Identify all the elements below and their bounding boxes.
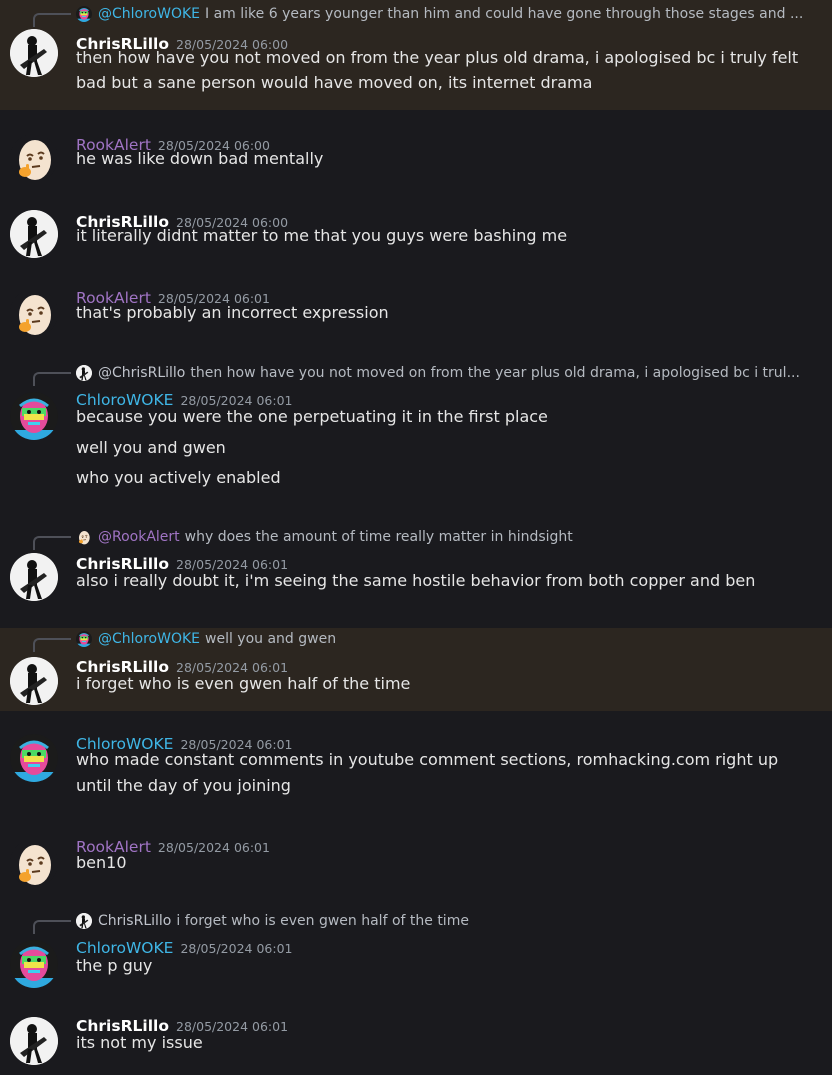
message[interactable]: ChrisRLillo 28/05/2024 06:00 it literally … bbox=[0, 197, 832, 274]
message[interactable]: ChrisRLillo 28/05/2024 06:01 its not my is… bbox=[0, 1009, 832, 1075]
reply-author[interactable]: ChrisRLillo bbox=[98, 913, 171, 929]
avatar[interactable] bbox=[10, 553, 58, 601]
message-text: who made constant comments in youtube co… bbox=[76, 750, 779, 769]
reply-spine bbox=[33, 536, 71, 550]
message[interactable]: ChrisRLillo i forget who is even gwen hal… bbox=[0, 906, 832, 1009]
reply-avatar-icon bbox=[76, 529, 92, 545]
message[interactable]: ChloroWOKE 28/05/2024 06:01 who made const… bbox=[0, 711, 832, 829]
reply-spine bbox=[33, 13, 71, 27]
avatar[interactable] bbox=[10, 392, 58, 440]
avatar[interactable] bbox=[10, 734, 58, 782]
timestamp[interactable]: 28/05/2024 06:01 bbox=[158, 840, 270, 855]
message[interactable]: @ChrisRLillo then how have you not moved … bbox=[0, 351, 832, 519]
reply-author[interactable]: @ChloroWOKE bbox=[98, 631, 200, 647]
avatar[interactable] bbox=[10, 657, 58, 705]
reply-author[interactable]: @RookAlert bbox=[98, 529, 180, 545]
reply-preview[interactable]: @ChrisRLillo then how have you not moved … bbox=[33, 363, 800, 386]
reply-avatar-icon bbox=[76, 365, 92, 381]
reply-spine bbox=[33, 372, 71, 386]
reply-avatar-icon bbox=[76, 913, 92, 929]
reply-avatar-icon bbox=[76, 6, 92, 22]
message[interactable]: @RookAlert why does the amount of time re… bbox=[0, 519, 832, 629]
message-text: ben10 bbox=[76, 853, 127, 872]
avatar[interactable] bbox=[10, 134, 58, 182]
message-text: its not my issue bbox=[76, 1033, 203, 1052]
message-text: then how have you not moved on from the … bbox=[76, 48, 799, 67]
reply-spine bbox=[33, 638, 71, 652]
message[interactable]: @ChloroWOKE well you and gwen ChrisRLillo 2… bbox=[0, 628, 832, 711]
reply-text: I am like 6 years younger than him and c… bbox=[205, 6, 804, 22]
avatar[interactable] bbox=[10, 29, 58, 77]
avatar[interactable] bbox=[10, 940, 58, 988]
reply-text: i forget who is even gwen half of the ti… bbox=[176, 913, 469, 929]
reply-spine bbox=[33, 920, 71, 934]
message[interactable]: RookAlert 28/05/2024 06:00 he was like dow… bbox=[0, 110, 832, 197]
message-text: i forget who is even gwen half of the ti… bbox=[76, 674, 411, 693]
reply-author[interactable]: @ChrisRLillo bbox=[98, 365, 185, 381]
reply-author[interactable]: @ChloroWOKE bbox=[98, 6, 200, 22]
avatar[interactable] bbox=[10, 1017, 58, 1065]
reply-preview[interactable]: ChrisRLillo i forget who is even gwen hal… bbox=[33, 911, 469, 934]
avatar[interactable] bbox=[10, 839, 58, 887]
avatar[interactable] bbox=[10, 210, 58, 258]
message[interactable]: @ChloroWOKE I am like 6 years younger tha… bbox=[0, 0, 832, 110]
message-text: well you and gwen bbox=[76, 437, 226, 457]
message-text: because you were the one perpetuating it… bbox=[76, 407, 548, 426]
message[interactable]: RookAlert 28/05/2024 06:01 ben10 bbox=[0, 829, 832, 906]
message-text: until the day of you joining bbox=[76, 776, 291, 795]
avatar[interactable] bbox=[10, 289, 58, 337]
message-text: he was like down bad mentally bbox=[76, 149, 324, 168]
reply-text: then how have you not moved on from the … bbox=[190, 365, 800, 381]
message-text: who you actively enabled bbox=[76, 468, 281, 487]
message-text: bad but a sane person would have moved o… bbox=[76, 73, 593, 92]
timestamp[interactable]: 28/05/2024 06:01 bbox=[180, 941, 292, 956]
message-text: it literally didnt matter to me that you… bbox=[76, 226, 568, 245]
message-text: the p guy bbox=[76, 956, 153, 975]
reply-preview[interactable]: @ChloroWOKE I am like 6 years younger tha… bbox=[33, 4, 804, 27]
reply-preview[interactable]: @ChloroWOKE well you and gwen bbox=[33, 629, 337, 652]
message-text: also i really doubt it, i'm seeing the s… bbox=[76, 571, 756, 590]
reply-avatar-icon bbox=[76, 631, 92, 647]
reply-text: well you and gwen bbox=[205, 631, 337, 647]
message[interactable]: RookAlert 28/05/2024 06:01 that's probably… bbox=[0, 274, 832, 351]
reply-text: why does the amount of time really matte… bbox=[184, 529, 573, 545]
message-text: that's probably an incorrect expression bbox=[76, 303, 389, 322]
reply-preview[interactable]: @RookAlert why does the amount of time re… bbox=[33, 527, 573, 550]
